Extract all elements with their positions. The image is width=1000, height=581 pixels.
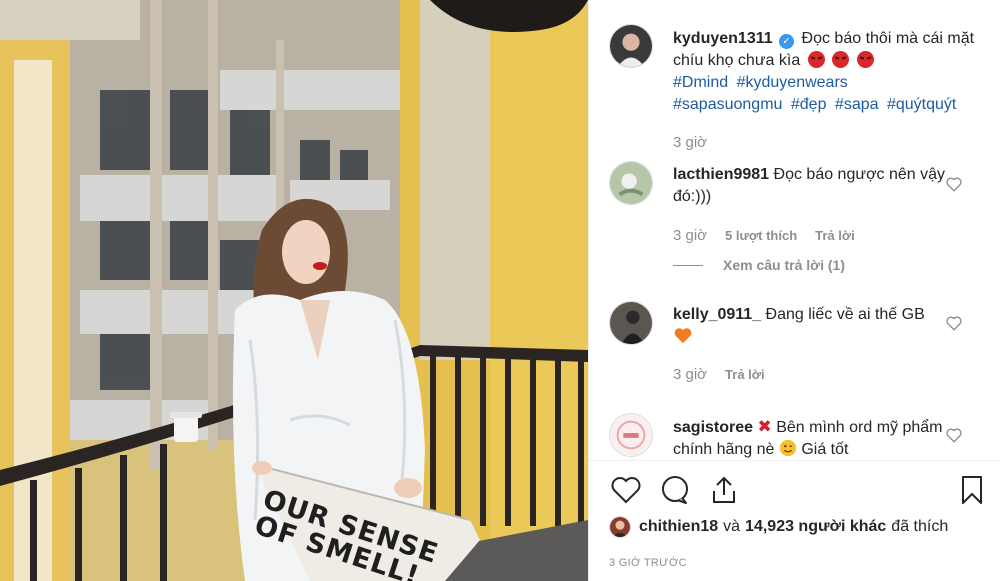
angry-face-emoji (807, 51, 825, 68)
angry-face-emoji (832, 51, 850, 68)
replies-line (673, 264, 703, 266)
comment-username[interactable]: kelly_0911_ (673, 306, 761, 323)
comment-username[interactable]: lacthien9981 (673, 166, 769, 183)
comment-bubble-icon[interactable] (658, 473, 692, 507)
orange-heart-emoji (674, 328, 692, 344)
post-caption: kyduyen1311 ✓ Đọc báo thôi mà cái mặt ch… (673, 28, 978, 116)
author-avatar[interactable] (609, 24, 653, 68)
commenter-avatar[interactable] (609, 161, 653, 205)
commenter-avatar[interactable] (609, 301, 653, 345)
comments-scroll-area[interactable]: kyduyen1311 ✓ Đọc báo thôi mà cái mặt ch… (589, 0, 1000, 460)
hashtag-link[interactable]: #đẹp (791, 96, 827, 113)
reply-button[interactable]: Trả lời (815, 228, 855, 243)
commenter-avatar[interactable] (609, 413, 653, 457)
like-heart-icon[interactable] (609, 473, 643, 507)
verified-badge-icon: ✓ (779, 34, 795, 49)
hashtag-list: #Dmind #kyduyenwears #sapasuongmu #đẹp #… (673, 72, 978, 116)
hashtag-link[interactable]: #sapasuongmu (673, 96, 782, 113)
comment-time[interactable]: 3 giờ (673, 227, 707, 244)
comment-item: lacthien9981 Đọc báo ngược nên vậy đó:))… (673, 164, 953, 208)
comment-text: Đang liếc về ai thế GB (765, 306, 925, 323)
post-photo[interactable]: OUR SENSE OF SMELL! (0, 0, 588, 581)
caption-time[interactable]: 3 giờ (673, 134, 707, 151)
comment-item: sagistoree ✖ Bên mình ord mỹ phẩm chính … (673, 416, 953, 460)
view-replies-button[interactable]: Xem câu trả lời (1) (673, 257, 845, 273)
comment-item: kelly_0911_ Đang liếc về ai thế GB (673, 304, 953, 348)
author-username[interactable]: kyduyen1311 (673, 30, 773, 47)
reply-button[interactable]: Trả lời (725, 367, 765, 382)
post-side-panel: kyduyen1311 ✓ Đọc báo thôi mà cái mặt ch… (588, 0, 1000, 581)
bookmark-icon[interactable] (955, 473, 989, 507)
comment-username[interactable]: sagistoree (673, 419, 753, 436)
hashtag-link[interactable]: #Dmind (673, 74, 728, 91)
comment-meta: 3 giờ Trả lời (673, 366, 765, 383)
liked-by-joiner: và (723, 518, 741, 535)
liker-avatar[interactable] (609, 516, 631, 538)
post-timestamp[interactable]: 3 GIỜ TRƯỚC (609, 557, 687, 569)
angry-face-emoji (856, 51, 874, 68)
hashtag-link[interactable]: #sapa (835, 96, 879, 113)
liked-by: chithien18 và 14,923 người khác đã thích (609, 516, 953, 538)
liker-username[interactable]: chithien18 (639, 518, 718, 536)
comment-meta: 3 giờ 5 lượt thích Trả lời (673, 227, 855, 244)
liked-by-suffix: đã thích (891, 518, 949, 535)
wink-face-emoji (779, 439, 796, 457)
actions-divider (589, 460, 1000, 461)
share-icon[interactable] (707, 473, 741, 507)
red-cross-emoji: ✖ (757, 417, 772, 436)
like-comment-heart-icon[interactable] (945, 175, 963, 193)
hashtag-link[interactable]: #kyduyenwears (737, 74, 848, 91)
comment-likes[interactable]: 5 lượt thích (725, 228, 797, 243)
post-actions (609, 473, 989, 511)
like-comment-heart-icon[interactable] (945, 426, 963, 444)
view-replies-label[interactable]: Xem câu trả lời (1) (723, 257, 845, 273)
comment-text-tail: Giá tốt (801, 441, 849, 458)
comment-time[interactable]: 3 giờ (673, 366, 707, 383)
hashtag-link[interactable]: #quýtquýt (887, 96, 956, 113)
other-likers-count[interactable]: 14,923 người khác (745, 518, 886, 536)
like-comment-heart-icon[interactable] (945, 314, 963, 332)
